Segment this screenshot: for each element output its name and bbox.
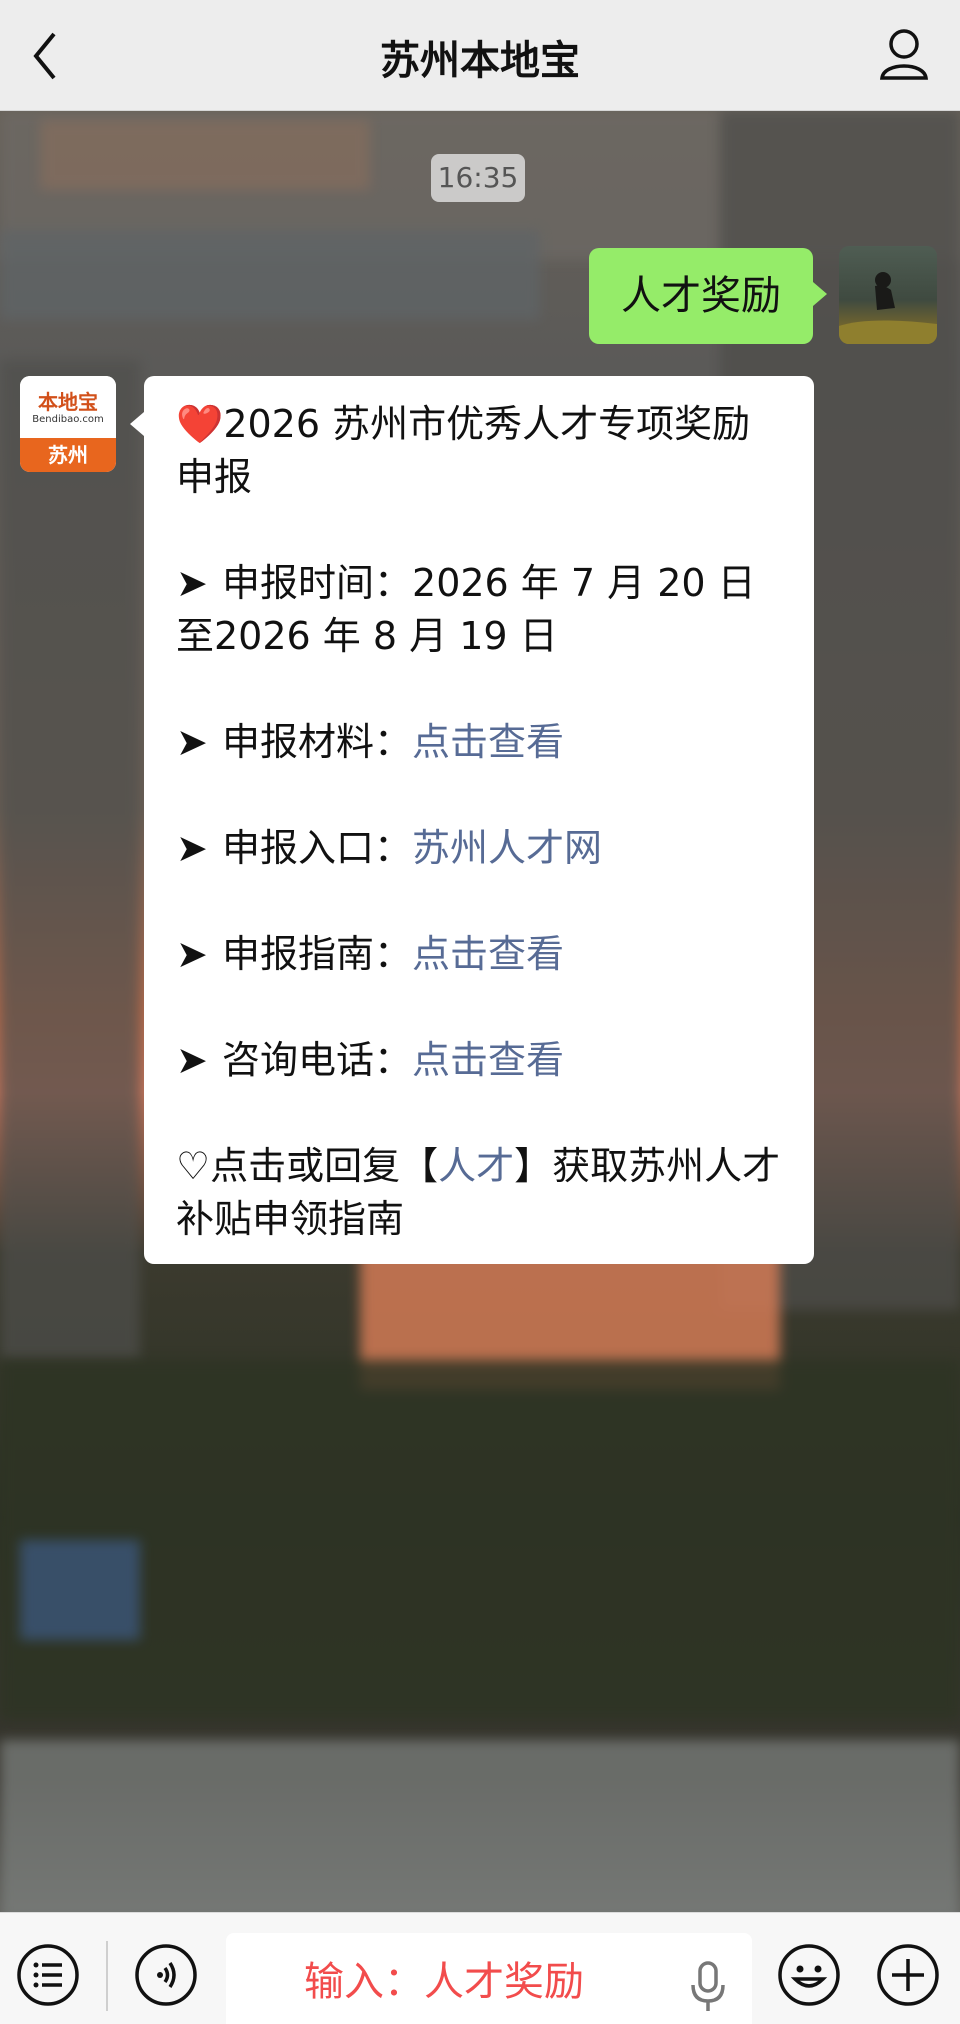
info-item-time: ➤ 申报时间：2026 年 7 月 20 日至2026 年 8 月 19 日	[176, 557, 784, 663]
info-item-phone: ➤ 咨询电话：点击查看	[176, 1034, 784, 1087]
page-title: 苏州本地宝	[380, 38, 580, 84]
person-icon[interactable]	[876, 24, 932, 84]
arrow-icon: ➤	[176, 826, 208, 870]
info-item-entry: ➤ 申报入口：苏州人才网	[176, 822, 784, 875]
entry-link[interactable]: 苏州人才网	[412, 826, 602, 870]
message-title: ❤️2026 苏州市优秀人才专项奖励申报	[176, 402, 751, 499]
divider	[106, 1941, 108, 2011]
bot-avatar[interactable]: 本地宝 Bendibao.com 苏州	[20, 376, 116, 472]
list-menu-icon[interactable]	[16, 1943, 80, 2007]
user-avatar[interactable]	[839, 246, 937, 344]
bot-message-bubble: ❤️2026 苏州市优秀人才专项奖励申报 ➤ 申报时间：2026 年 7 月 20…	[130, 376, 814, 1264]
voice-icon[interactable]	[134, 1943, 198, 2007]
plus-icon[interactable]	[876, 1943, 940, 2007]
arrow-icon: ➤	[176, 561, 208, 605]
guide-link[interactable]: 点击查看	[412, 932, 564, 976]
talent-keyword-link[interactable]: 人才	[438, 1144, 514, 1188]
input-value: 输入：人才奖励	[304, 1959, 584, 2005]
message-timestamp: 16:35	[431, 154, 525, 202]
arrow-icon: ➤	[176, 932, 208, 976]
avatar-image	[839, 272, 937, 344]
heart-icon: ❤️	[176, 402, 224, 446]
user-message-bubble[interactable]: 人才奖励	[589, 248, 827, 344]
avatar-city-text: 苏州	[20, 438, 116, 472]
avatar-brand-text: 本地宝	[38, 390, 98, 414]
bottom-input-bar: 输入：人才奖励	[0, 1912, 960, 2024]
info-item-guide: ➤ 申报指南：点击查看	[176, 928, 784, 981]
info-item-materials: ➤ 申报材料：点击查看	[176, 716, 784, 769]
phone-link[interactable]: 点击查看	[412, 1038, 564, 1082]
arrow-icon: ➤	[176, 720, 208, 764]
mic-icon[interactable]	[688, 1961, 728, 2013]
message-input[interactable]: 输入：人才奖励	[226, 1933, 752, 2024]
message-footer: ♡点击或回复【人才】获取苏州人才补贴申领指南	[176, 1144, 781, 1241]
avatar-site-text: Bendibao.com	[32, 414, 104, 425]
emoji-icon[interactable]	[777, 1943, 841, 2007]
top-bar: 苏州本地宝	[0, 0, 960, 111]
materials-link[interactable]: 点击查看	[412, 720, 564, 764]
arrow-icon: ➤	[176, 1038, 208, 1082]
